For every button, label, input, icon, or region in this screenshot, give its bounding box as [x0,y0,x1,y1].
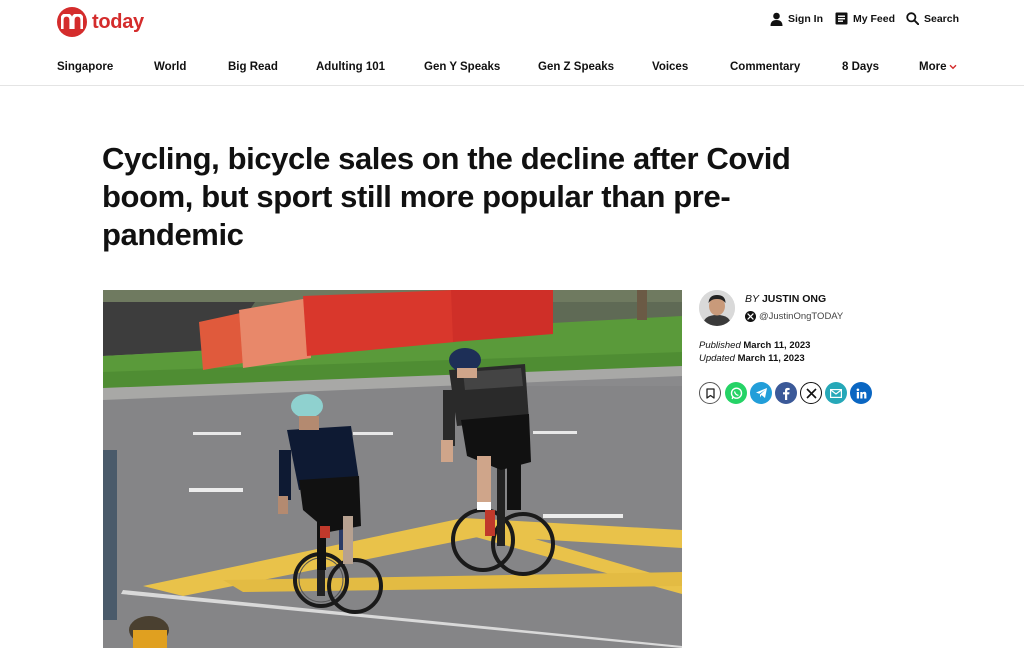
byline: BY JUSTIN ONG [745,293,826,305]
telegram-icon [755,388,767,398]
facebook-icon [783,387,790,400]
published-value: March 11, 2023 [743,340,811,351]
mediacorp-m-logo-icon [57,7,87,37]
by-label: BY [745,293,760,305]
author-avatar[interactable] [699,290,735,326]
published-label: Published [699,340,741,351]
brand-name: today [92,10,144,33]
search-icon [906,12,919,25]
x-icon [805,387,817,399]
today-logo[interactable]: today [57,7,144,37]
sign-in-button[interactable]: Sign In [770,12,823,26]
nav-item-voices[interactable]: Voices [652,61,688,73]
nav-item-8-days[interactable]: 8 Days [842,61,879,73]
share-x-button[interactable] [800,382,822,404]
linkedin-icon [856,388,866,398]
nav-item-commentary[interactable]: Commentary [730,61,800,73]
nav-item-world[interactable]: World [154,61,186,73]
user-icon [770,12,783,26]
updated-label: Updated [699,353,735,364]
bookmark-button[interactable] [699,382,721,404]
x-icon [745,311,756,322]
share-linkedin-button[interactable] [850,382,872,404]
nav-more-label: More [919,61,947,73]
nav-item-adulting-101[interactable]: Adulting 101 [316,61,385,73]
author-handle: @JustinOngTODAY [759,311,844,322]
share-whatsapp-button[interactable] [725,382,747,404]
nav-item-gen-y-speaks[interactable]: Gen Y Speaks [424,61,500,73]
nav-item-singapore[interactable]: Singapore [57,61,113,73]
published-date: Published March 11, 2023 [699,340,810,351]
feed-icon [835,12,848,25]
updated-date: Updated March 11, 2023 [699,353,805,364]
search-button[interactable]: Search [906,12,959,25]
email-icon [830,388,842,398]
share-facebook-button[interactable] [775,382,797,404]
author-name[interactable]: JUSTIN ONG [762,293,826,305]
article-headline: Cycling, bicycle sales on the decline af… [102,141,791,252]
sign-in-label: Sign In [788,13,823,25]
main-nav: Singapore World Big Read Adulting 101 Ge… [0,52,1024,86]
search-label: Search [924,12,960,25]
bookmark-icon [705,387,715,399]
two-cyclists-photo [103,290,682,648]
hero-image[interactable] [103,290,682,648]
my-feed-button[interactable]: My Feed [835,12,895,25]
share-email-button[interactable] [825,382,847,404]
whatsapp-icon [730,386,742,399]
site-header: today Sign In My Feed Search [0,0,1024,46]
nav-more-menu[interactable]: More [919,61,957,73]
share-telegram-button[interactable] [750,382,772,404]
author-portrait [699,290,735,326]
author-x-handle[interactable]: @JustinOngTODAY [745,311,843,322]
nav-item-gen-z-speaks[interactable]: Gen Z Speaks [538,61,614,73]
updated-value: March 11, 2023 [737,353,805,364]
nav-item-big-read[interactable]: Big Read [228,61,278,73]
my-feed-label: My Feed [853,12,896,25]
chevron-down-icon [949,64,957,70]
